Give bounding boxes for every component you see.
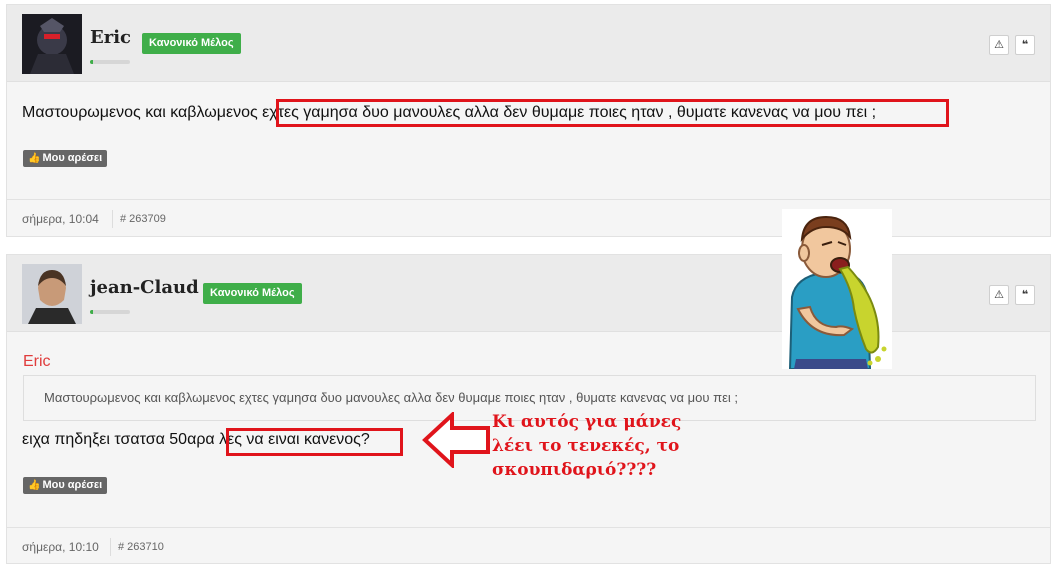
thumbs-up-icon: 👍	[28, 153, 41, 164]
quote-icon: ❝	[1021, 38, 1029, 51]
annotation-text: Κι αυτός για μάνες λέει το τενεκές, το σ…	[492, 410, 681, 482]
annotation-line: Κι αυτός για μάνες	[492, 412, 682, 432]
divider	[112, 210, 113, 228]
like-label: Μου αρέσει	[42, 152, 103, 164]
post-header: jean-Claud Κανονικό Μέλος ⚠ ❝	[7, 255, 1050, 332]
like-button[interactable]: 👍 Μου αρέσει	[23, 150, 108, 167]
warning-icon: ⚠	[994, 38, 1004, 51]
rank-badge: Κανονικό Μέλος	[142, 33, 241, 54]
highlight-box	[226, 428, 403, 456]
avatar[interactable]	[22, 14, 82, 74]
post-footer: σήμερα, 10:10 # 263710	[7, 527, 1050, 565]
quote-button[interactable]: ❝	[1015, 285, 1035, 305]
like-label: Μου αρέσει	[42, 479, 103, 491]
arrow-left-icon	[422, 412, 490, 468]
post-date[interactable]: σήμερα, 10:10	[22, 540, 99, 554]
quote-button[interactable]: ❝	[1015, 35, 1035, 55]
vomiting-man-image	[782, 209, 892, 369]
username[interactable]: jean-Claud	[90, 277, 199, 298]
post-footer: σήμερα, 10:04 # 263709	[7, 199, 1050, 237]
divider	[110, 538, 111, 556]
quote-text: Μαστουρωμενος και καβλωμενος εχτες γαμησ…	[44, 390, 738, 405]
highlight-box	[276, 99, 949, 127]
quote-icon: ❝	[1021, 288, 1029, 301]
post-id[interactable]: # 263710	[118, 541, 164, 553]
username[interactable]: Eric	[90, 27, 131, 48]
warning-icon: ⚠	[994, 288, 1004, 301]
thumbs-up-icon: 👍	[28, 480, 41, 491]
post-header: Eric Κανονικό Μέλος ⚠ ❝	[7, 5, 1050, 82]
rank-badge: Κανονικό Μέλος	[203, 283, 302, 304]
post-263710: jean-Claud Κανονικό Μέλος ⚠ ❝ Eric Μαστο…	[6, 254, 1051, 564]
avatar[interactable]	[22, 264, 82, 324]
report-button[interactable]: ⚠	[989, 35, 1009, 55]
like-button[interactable]: 👍 Μου αρέσει	[23, 477, 108, 494]
reputation-bar	[90, 310, 130, 314]
annotation-line: λέει το τενεκές, το	[492, 436, 680, 456]
quote-author[interactable]: Eric	[23, 353, 51, 371]
post-date[interactable]: σήμερα, 10:04	[22, 212, 99, 226]
reputation-bar	[90, 60, 130, 64]
report-button[interactable]: ⚠	[989, 285, 1009, 305]
post-id[interactable]: # 263709	[120, 213, 166, 225]
annotation-line: σκουπιδαριό????	[492, 460, 657, 480]
